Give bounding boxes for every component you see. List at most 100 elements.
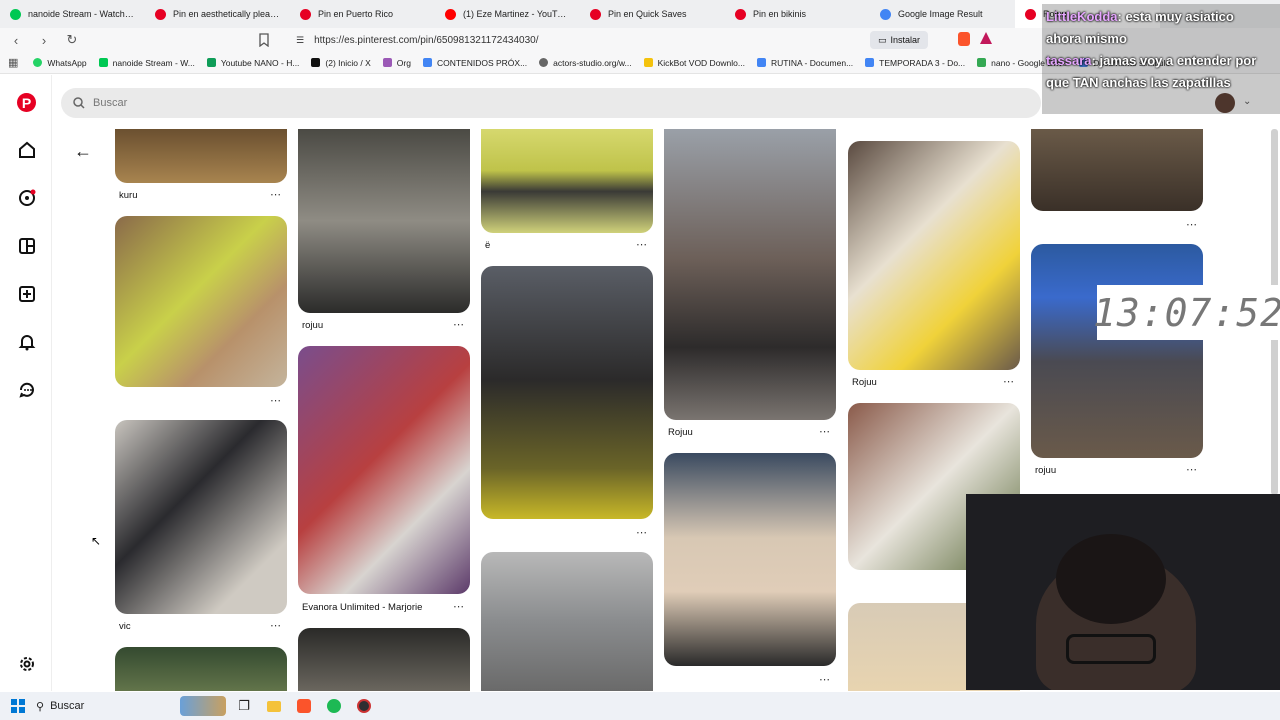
bookmark-label: Youtube NANO - H...	[220, 57, 300, 68]
brave-rewards-icon[interactable]	[980, 32, 992, 44]
browser-tab[interactable]: Pin en Puerto Rico	[290, 0, 435, 28]
bookmark-item[interactable]: TEMPORADA 3 - Do...	[860, 58, 970, 68]
pin-image[interactable]	[481, 129, 653, 233]
brave-browser-icon[interactable]	[292, 694, 316, 718]
more-options-icon[interactable]: ⋯	[819, 673, 830, 686]
more-options-icon[interactable]: ⋯	[1186, 463, 1197, 476]
home-icon[interactable]	[16, 139, 38, 161]
pin-image[interactable]	[298, 346, 470, 594]
tab-favicon	[590, 8, 601, 20]
brave-shield-icon[interactable]	[958, 32, 970, 46]
tab-label: Pin en aesthetically pleasing pl	[173, 9, 280, 19]
bookmark-icon[interactable]	[258, 33, 270, 47]
more-options-icon[interactable]: ⋯	[1186, 218, 1197, 231]
chat-username: LittleKodda	[1046, 9, 1118, 24]
install-button[interactable]: ▭ Instalar	[870, 31, 928, 49]
pin-image[interactable]	[664, 129, 836, 420]
pin-image[interactable]	[1031, 244, 1203, 458]
browser-tab[interactable]: Pin en bikinis	[725, 0, 870, 28]
bookmark-label: RUTINA - Documen...	[770, 57, 854, 68]
bookmark-label: TEMPORADA 3 - Do...	[879, 57, 966, 68]
pin-caption[interactable]: Evanora Unlimited - Marjorie	[302, 602, 422, 613]
taskbar-search[interactable]: ⚲ Buscar	[36, 694, 226, 718]
bookmark-item[interactable]: WhatsApp	[28, 58, 91, 68]
url-text[interactable]: https://es.pinterest.com/pin/65098132117…	[314, 35, 538, 46]
pin-image[interactable]	[115, 216, 287, 387]
pin-caption[interactable]: ë	[485, 240, 490, 251]
tab-label: Pin en Puerto Rico	[318, 9, 394, 19]
pin-caption[interactable]: rojuu	[1035, 465, 1056, 476]
more-options-icon[interactable]: ⋯	[636, 526, 647, 539]
chat-message: LittleKodda: esta muy asiatico	[1046, 6, 1276, 28]
tab-favicon	[445, 8, 456, 20]
bookmark-item[interactable]: KickBot VOD Downlo...	[639, 58, 750, 68]
bookmark-item[interactable]: nanoide Stream - W...	[94, 58, 200, 68]
pin-image[interactable]	[298, 628, 470, 691]
bookmark-item[interactable]: (2) Inicio / X	[306, 58, 375, 68]
chat-username: tassara	[1046, 53, 1092, 68]
bookmark-favicon	[98, 58, 108, 67]
pin-caption[interactable]: Rojuu	[852, 377, 877, 388]
bookmark-item[interactable]: Youtube NANO - H...	[202, 58, 305, 68]
more-options-icon[interactable]: ⋯	[453, 600, 464, 613]
bookmark-item[interactable]: CONTENIDOS PRÓX...	[418, 58, 532, 68]
pin-image[interactable]	[664, 453, 836, 666]
pin-image[interactable]	[848, 141, 1020, 370]
pin-image[interactable]	[481, 552, 653, 691]
browser-tab[interactable]: Pin en Quick Saves	[580, 0, 725, 28]
notifications-bell-icon[interactable]	[16, 331, 38, 353]
bookmark-label: WhatsApp	[47, 57, 87, 68]
bookmark-item[interactable]: Org	[378, 58, 416, 68]
spotify-icon[interactable]	[322, 694, 346, 718]
pin-image[interactable]	[481, 266, 653, 519]
bookmark-item[interactable]: RUTINA - Documen...	[752, 58, 858, 68]
apps-grid-icon[interactable]: ▦	[8, 56, 18, 69]
tab-label: (1) Eze Martinez - YouTube	[463, 9, 570, 19]
pin-caption[interactable]: kuru	[119, 190, 137, 201]
search-icon	[73, 97, 85, 109]
chat-text: : esta muy asiatico	[1117, 9, 1234, 24]
bookmark-label: Org	[396, 57, 411, 68]
windows-taskbar: ⚲ Buscar ❐	[0, 692, 1280, 720]
more-options-icon[interactable]: ⋯	[270, 619, 281, 632]
browser-tab[interactable]: Pin en aesthetically pleasing pl	[145, 0, 290, 28]
more-options-icon[interactable]: ⋯	[1003, 375, 1014, 388]
more-options-icon[interactable]: ⋯	[270, 188, 281, 201]
forward-icon[interactable]: ›	[36, 33, 52, 48]
more-options-icon[interactable]: ⋯	[819, 425, 830, 438]
boards-icon[interactable]	[16, 235, 38, 257]
pin-image[interactable]	[1031, 129, 1203, 211]
explore-icon[interactable]	[16, 187, 38, 209]
browser-tab[interactable]: (1) Eze Martinez - YouTube	[435, 0, 580, 28]
more-options-icon[interactable]: ⋯	[636, 238, 647, 251]
task-view-icon[interactable]: ❐	[232, 694, 256, 718]
tab-favicon	[155, 8, 166, 20]
more-options-icon[interactable]: ⋯	[453, 318, 464, 331]
back-icon[interactable]: ‹	[8, 33, 24, 48]
bookmark-item[interactable]: actors-studio.org/w...	[534, 58, 636, 68]
bookmark-label: KickBot VOD Downlo...	[657, 57, 745, 68]
pin-caption[interactable]: Rojuu	[668, 427, 693, 438]
windows-start-icon[interactable]	[6, 694, 30, 718]
browser-tab[interactable]: nanoide Stream - Watch Live o	[0, 0, 145, 28]
back-arrow-icon[interactable]: ←	[72, 140, 94, 162]
settings-gear-icon[interactable]	[16, 653, 38, 675]
pin-image[interactable]	[115, 129, 287, 183]
pin-image[interactable]	[298, 129, 470, 313]
obs-icon[interactable]	[352, 694, 376, 718]
reload-icon[interactable]: ↻	[64, 32, 80, 48]
search-bar[interactable]: Buscar	[61, 88, 1041, 118]
tab-label: nanoide Stream - Watch Live o	[28, 9, 135, 19]
pin-image[interactable]	[115, 420, 287, 614]
file-explorer-icon[interactable]	[262, 694, 286, 718]
create-icon[interactable]	[16, 283, 38, 305]
site-info-icon[interactable]: ☰	[296, 35, 304, 46]
pin-caption[interactable]: rojuu	[302, 320, 323, 331]
browser-tab[interactable]: Google Image Result	[870, 0, 1015, 28]
pinterest-logo-icon[interactable]: P	[17, 93, 36, 112]
pin-image[interactable]	[115, 647, 287, 691]
more-options-icon[interactable]: ⋯	[270, 394, 281, 407]
bookmark-favicon	[865, 58, 875, 67]
pin-caption[interactable]: vic	[119, 621, 131, 632]
messages-icon[interactable]	[16, 379, 38, 401]
